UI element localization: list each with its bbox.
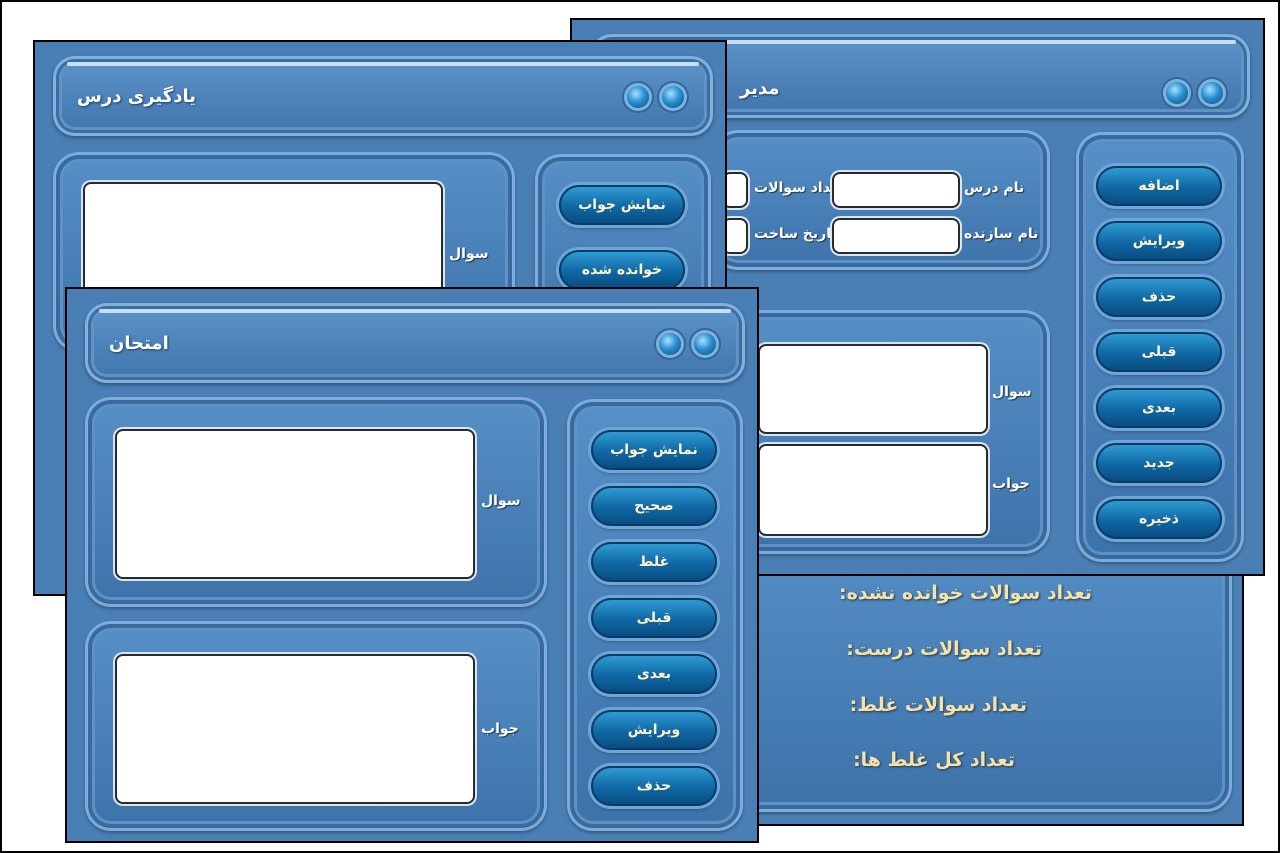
exam-show-answer-button[interactable]: نمایش جواب: [591, 430, 717, 470]
add-button[interactable]: اضافه: [1096, 166, 1222, 206]
exam-edit-button[interactable]: ویرایش: [591, 710, 717, 750]
total-wrong-label: تعداد کل غلط ها:: [853, 749, 1015, 771]
question-count-label: تعداد سوالات: [754, 180, 844, 196]
creation-date-label: تاریخ ساخت: [754, 226, 837, 242]
exam-window: امتحان سوال جواب نمایش جواب صحیح غلط قبل…: [65, 287, 759, 843]
show-answer-button[interactable]: نمایش جواب: [559, 185, 685, 225]
exam-titlebar: امتحان: [85, 303, 745, 383]
exam-title: امتحان: [109, 333, 169, 354]
learn-titlebar: یادگیری درس: [53, 56, 713, 136]
exam-delete-button[interactable]: حذف: [591, 766, 717, 806]
manage-title: مدیر: [740, 78, 780, 99]
exam-next-button[interactable]: بعدی: [591, 654, 717, 694]
lesson-name-field[interactable]: [832, 172, 960, 208]
wrong-count-label: تعداد سوالات غلط:: [849, 694, 1027, 716]
edit-button[interactable]: ویرایش: [1096, 221, 1222, 261]
exam-answer-label: جواب: [481, 721, 519, 737]
previous-button[interactable]: قبلی: [1096, 332, 1222, 372]
manage-question-box[interactable]: [758, 344, 988, 434]
creator-name-label: نام سازنده: [964, 226, 1039, 242]
correct-count-label: تعداد سوالات درست:: [846, 638, 1042, 660]
orb-icon[interactable]: [694, 333, 716, 355]
manage-answer-label: جواب: [992, 476, 1030, 492]
exam-question-box[interactable]: [115, 429, 475, 579]
exam-question-label: سوال: [481, 493, 521, 509]
new-button[interactable]: جدید: [1096, 443, 1222, 483]
wrong-button[interactable]: غلط: [591, 542, 717, 582]
learn-title: یادگیری درس: [77, 86, 196, 107]
creator-name-field[interactable]: [832, 218, 960, 254]
orb-icon[interactable]: [1166, 82, 1188, 104]
orb-icon[interactable]: [659, 333, 681, 355]
exam-previous-button[interactable]: قبلی: [591, 598, 717, 638]
save-button[interactable]: ذخیره: [1096, 499, 1222, 539]
delete-button[interactable]: حذف: [1096, 277, 1222, 317]
unread-count-label: تعداد سوالات خوانده نشده:: [839, 582, 1092, 604]
orb-icon[interactable]: [662, 86, 684, 108]
next-button[interactable]: بعدی: [1096, 388, 1222, 428]
mark-read-button[interactable]: خوانده شده: [559, 250, 685, 290]
orb-icon[interactable]: [1201, 82, 1223, 104]
learn-question-label: سوال: [449, 246, 489, 262]
correct-button[interactable]: صحیح: [591, 486, 717, 526]
stats-window: تعداد سوالات خوانده نشده: تعداد سوالات د…: [730, 560, 1244, 826]
manage-answer-box[interactable]: [758, 444, 988, 536]
manage-question-label: سوال: [992, 384, 1032, 400]
lesson-name-label: نام درس: [964, 180, 1025, 196]
orb-icon[interactable]: [627, 86, 649, 108]
exam-answer-box[interactable]: [115, 654, 475, 804]
learn-question-box[interactable]: [83, 182, 443, 302]
